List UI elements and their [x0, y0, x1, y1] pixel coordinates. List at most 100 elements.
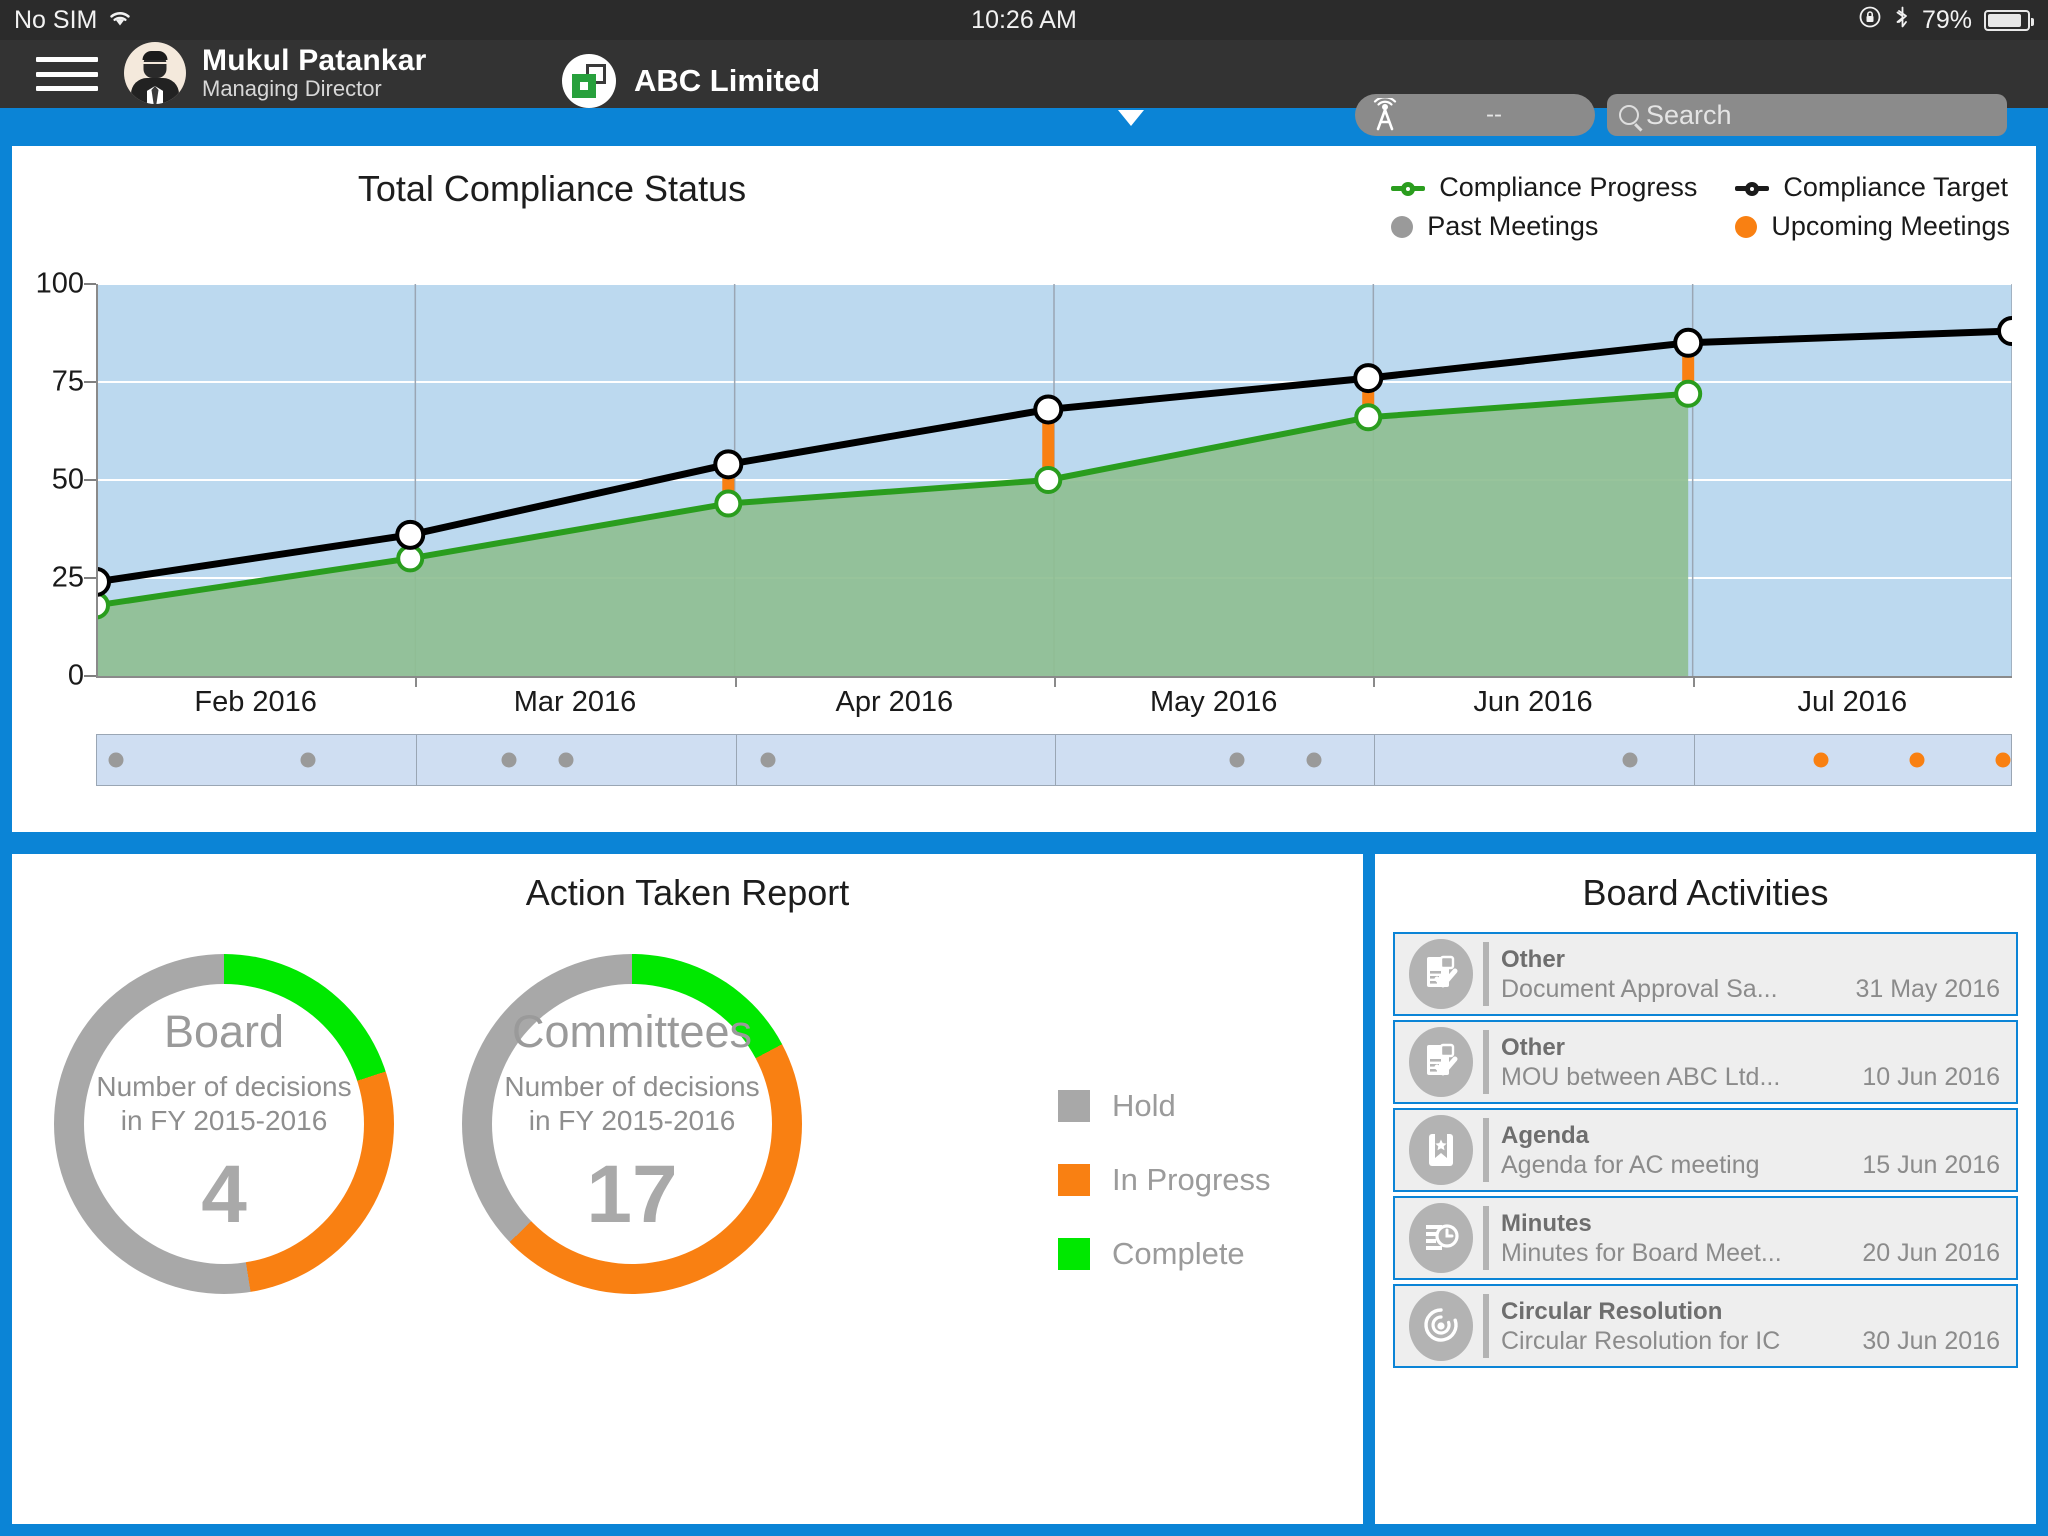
activity-text-block: Other MOU between ABC Ltd... 10 Jun 2016 — [1501, 1033, 2016, 1092]
user-profile-block[interactable]: Mukul Patankar Managing Director — [124, 42, 427, 104]
company-selector[interactable]: ABC Limited — [562, 54, 820, 108]
company-logo-icon — [562, 54, 616, 108]
search-input[interactable]: Search — [1607, 94, 2007, 136]
past-meeting-dot[interactable] — [1306, 752, 1322, 768]
user-avatar-icon — [124, 42, 186, 104]
y-axis-tick-mark — [84, 479, 96, 481]
activity-date: 30 Jun 2016 — [1862, 1326, 2000, 1355]
donut-subtitle-line1: Number of decisions — [96, 1070, 352, 1102]
status-bar-clock: 10:26 AM — [971, 5, 1077, 34]
activity-type: Minutes — [1501, 1209, 1592, 1237]
upcoming-meeting-dot[interactable] — [1909, 752, 1925, 768]
bluetooth-icon — [1894, 5, 1910, 36]
legend-item-hold[interactable]: Hold — [1058, 1088, 1271, 1124]
activity-list-item[interactable]: Other MOU between ABC Ltd... 10 Jun 2016 — [1393, 1020, 2018, 1104]
activity-list-item[interactable]: Minutes Minutes for Board Meet... 20 Jun 2… — [1393, 1196, 2018, 1280]
rotation-lock-icon — [1858, 5, 1882, 36]
total-compliance-status-panel: Total Compliance Status Compliance Progr… — [12, 146, 2036, 832]
app-navigation-bar: Mukul Patankar Managing Director ABC Lim… — [0, 40, 2048, 136]
legend-dot-orange-icon — [1735, 215, 1758, 238]
timeline-divider — [735, 735, 737, 785]
legend-item-compliance-progress[interactable]: Compliance Progress — [1391, 172, 1697, 203]
legend-item-past-meetings[interactable]: Past Meetings — [1391, 211, 1697, 242]
signal-strength-indicator: -- — [1355, 94, 1595, 136]
search-icon — [1619, 105, 1639, 125]
past-meeting-dot[interactable] — [108, 752, 124, 768]
x-axis-tick-label: Jul 2016 — [1797, 686, 1908, 718]
timeline-divider — [1374, 735, 1376, 785]
timeline-divider — [1693, 735, 1695, 785]
upcoming-meeting-dot[interactable] — [1813, 752, 1829, 768]
legend-label: Upcoming Meetings — [1771, 211, 2010, 241]
legend-item-compliance-target[interactable]: Compliance Target — [1735, 172, 2010, 203]
activity-accent-bar — [1483, 1294, 1489, 1358]
x-axis-tick-mark — [1054, 676, 1056, 687]
hamburger-menu-icon[interactable] — [36, 52, 98, 96]
donut-name: Board — [163, 1005, 285, 1057]
past-meeting-dot[interactable] — [501, 752, 517, 768]
legend-label: Hold — [1112, 1088, 1176, 1123]
cell-tower-icon — [1359, 95, 1411, 135]
legend-item-upcoming-meetings[interactable]: Upcoming Meetings — [1735, 211, 2010, 242]
activity-type: Other — [1501, 945, 1566, 973]
meetings-timeline-strip[interactable] — [96, 734, 2012, 786]
x-axis-tick-label: Feb 2016 — [194, 686, 317, 718]
committees-donut-chart[interactable]: Committees Number of decisions in FY 201… — [462, 954, 802, 1294]
activity-accent-bar — [1483, 942, 1489, 1006]
legend-label: Complete — [1112, 1236, 1245, 1271]
action-report-legend: Hold In Progress Complete — [1058, 1088, 1271, 1310]
activity-date: 31 May 2016 — [1855, 974, 2000, 1003]
donut-value: 17 — [586, 1149, 678, 1241]
donut-name: Committees — [511, 1005, 753, 1057]
legend-item-complete[interactable]: Complete — [1058, 1236, 1271, 1272]
chart-plot-area — [96, 284, 2012, 676]
legend-swatch-orange-icon — [1058, 1164, 1090, 1196]
y-axis-tick-mark — [84, 675, 96, 677]
user-name: Mukul Patankar — [202, 43, 427, 77]
activity-description: Minutes for Board Meet... — [1501, 1238, 1782, 1267]
timeline-divider — [416, 735, 418, 785]
legend-label: Past Meetings — [1427, 211, 1599, 241]
past-meeting-dot[interactable] — [558, 752, 574, 768]
x-axis-tick-label: May 2016 — [1149, 686, 1278, 718]
board-donut-chart[interactable]: Board Number of decisions in FY 2015-201… — [54, 954, 394, 1294]
activity-date: 15 Jun 2016 — [1862, 1150, 2000, 1179]
legend-swatch-grey-icon — [1058, 1090, 1090, 1122]
agenda-bookmark-icon — [1409, 1115, 1473, 1185]
activity-date: 10 Jun 2016 — [1862, 1062, 2000, 1091]
activity-text-block: Agenda Agenda for AC meeting 15 Jun 2016 — [1501, 1121, 2016, 1180]
activity-accent-bar — [1483, 1118, 1489, 1182]
past-meeting-dot[interactable] — [300, 752, 316, 768]
activity-list-item[interactable]: Agenda Agenda for AC meeting 15 Jun 2016 — [1393, 1108, 2018, 1192]
board-activities-panel: Board Activities Other Document Approval … — [1375, 854, 2036, 1524]
y-axis-tick-label: 0 — [67, 659, 84, 692]
past-meeting-dot[interactable] — [1229, 752, 1245, 768]
past-meeting-dot[interactable] — [760, 752, 776, 768]
legend-item-in-progress[interactable]: In Progress — [1058, 1162, 1271, 1198]
board-activities-list: Other Document Approval Sa... 31 May 2016 O… — [1393, 932, 2018, 1372]
upcoming-meeting-dot[interactable] — [1995, 752, 2011, 768]
page-title: Total Compliance Status — [357, 168, 747, 209]
timeline-divider — [1055, 735, 1056, 785]
y-axis — [96, 284, 98, 676]
chevron-down-icon[interactable] — [1118, 110, 1144, 126]
y-axis-tick-mark — [84, 381, 96, 383]
compliance-line-chart: 0 25 50 75 100 Feb 2016 Mar 2016 Apr 2016 May 2… — [12, 242, 2036, 718]
legend-dot-grey-icon — [1391, 215, 1414, 238]
y-axis-tick-label: 25 — [51, 561, 84, 594]
battery-icon — [1984, 9, 2034, 31]
chart-legend: Compliance Progress Compliance Target Pa… — [1391, 172, 2010, 242]
activity-list-item[interactable]: Other Document Approval Sa... 31 May 2016 — [1393, 932, 2018, 1016]
y-axis-tick-mark — [84, 283, 96, 285]
activity-description: Circular Resolution for IC — [1501, 1326, 1781, 1355]
legend-line-black-icon — [1735, 178, 1770, 198]
signal-value: -- — [1486, 101, 1502, 128]
past-meeting-dot[interactable] — [1622, 752, 1638, 768]
y-axis-tick-mark — [84, 577, 96, 579]
activity-list-item[interactable]: Circular Resolution Circular Resolution f… — [1393, 1284, 2018, 1368]
document-approval-icon — [1409, 939, 1473, 1009]
x-axis-tick-mark — [1373, 676, 1376, 687]
board-activities-title: Board Activities — [1582, 872, 1829, 913]
search-placeholder: Search — [1646, 99, 1732, 130]
x-axis-tick-label: Apr 2016 — [835, 686, 954, 718]
